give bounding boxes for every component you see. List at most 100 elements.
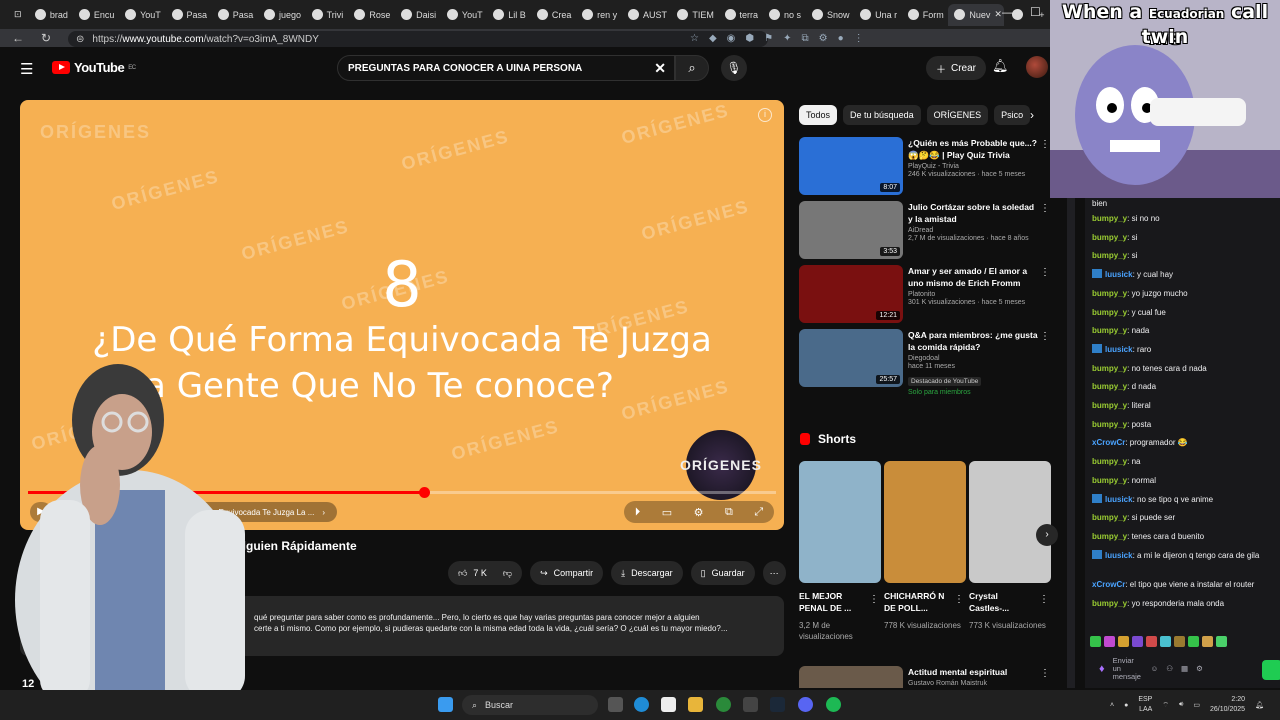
- save-button[interactable]: ▯ Guardar: [690, 561, 755, 585]
- chat-username[interactable]: bumpy_y: [1092, 251, 1127, 260]
- chat-username[interactable]: bumpy_y: [1092, 420, 1127, 429]
- channel-watermark-logo[interactable]: ORÍGENES: [680, 430, 761, 500]
- settings-gear-icon[interactable]: ⚙: [694, 506, 704, 519]
- spotify-icon[interactable]: [826, 697, 841, 712]
- bookmark-star-icon[interactable]: ☆: [690, 33, 699, 44]
- filter-chip[interactable]: Todos: [799, 105, 838, 125]
- kebab-menu-icon[interactable]: ⋮: [1040, 668, 1049, 679]
- browser-tab[interactable]: YouT: [441, 4, 485, 26]
- video-thumbnail[interactable]: 25:57: [799, 329, 903, 387]
- miniplayer-icon[interactable]: ⧉: [725, 506, 733, 519]
- chat-username[interactable]: bumpy_y: [1092, 599, 1127, 608]
- tab-search-icon[interactable]: ⊡: [8, 4, 27, 26]
- recommendation-item[interactable]: 3:53 Julio Cortázar sobre la soledad y la…: [799, 201, 1050, 261]
- file-explorer-icon[interactable]: [688, 697, 703, 712]
- browser-tab[interactable]: Pasa: [212, 4, 256, 26]
- like-button[interactable]: 👍︎ 7 K 👎︎: [448, 561, 523, 585]
- video-thumbnail[interactable]: 3:53: [799, 201, 903, 259]
- browser-tab[interactable]: ren y: [576, 4, 620, 26]
- clear-search-icon[interactable]: ✕: [654, 60, 666, 77]
- short-title[interactable]: CHICHARRÓ N DE POLL...: [884, 590, 952, 614]
- kebab-menu-icon[interactable]: ⋮: [1040, 139, 1050, 150]
- chat-username[interactable]: bumpy_y: [1092, 401, 1127, 410]
- kebab-menu-icon[interactable]: ⋮: [1040, 267, 1050, 278]
- kebab-menu-icon[interactable]: ⋮: [954, 594, 964, 605]
- chat-username[interactable]: bumpy_y: [1092, 532, 1127, 541]
- chat-username[interactable]: bumpy_y: [1092, 289, 1127, 298]
- terminal-icon[interactable]: [743, 697, 758, 712]
- browser-tab[interactable]: YouT: [119, 4, 163, 26]
- clock[interactable]: 2:20 26/10/2025: [1210, 695, 1245, 715]
- recommendation-channel[interactable]: PlayQuiz - Trivia: [908, 163, 1038, 170]
- browser-tab[interactable]: brad: [29, 4, 71, 26]
- thumbs-down-icon[interactable]: 👎︎: [503, 568, 512, 579]
- recommendation-item[interactable]: 12:21 Amar y ser amado / El amor a uno mi…: [799, 265, 1050, 325]
- create-button[interactable]: ＋ Crear: [926, 56, 987, 80]
- search-button[interactable]: ⌕: [675, 55, 709, 81]
- chat-username[interactable]: bumpy_y: [1092, 513, 1127, 522]
- maximize-icon[interactable]: ☐: [1030, 5, 1041, 19]
- kebab-menu-icon[interactable]: ⋮: [1040, 203, 1050, 214]
- recommendation-title[interactable]: Amar y ser amado / El amor a uno mismo d…: [908, 265, 1038, 289]
- youtube-logo[interactable]: YouTube EC: [52, 60, 136, 75]
- chat-username[interactable]: luusick: [1105, 551, 1133, 560]
- emote-icon[interactable]: [1160, 636, 1171, 647]
- recommendation-item[interactable]: 8:07 ¿Quién es más Probable que...? 😱🤔😂 |…: [799, 137, 1050, 197]
- emote-icon[interactable]: [1188, 636, 1199, 647]
- chevron-right-icon[interactable]: ›: [1030, 108, 1034, 122]
- back-icon[interactable]: ←: [8, 31, 28, 45]
- emote-icon[interactable]: [1118, 636, 1129, 647]
- address-bar[interactable]: ⊜ https://www.youtube.com/watch?v=o3imA_…: [68, 31, 768, 47]
- battery-icon[interactable]: ▭: [1193, 701, 1200, 709]
- browser-tab[interactable]: Rose: [348, 4, 393, 26]
- chat-username[interactable]: xCrowCr: [1092, 580, 1125, 589]
- browser-tab[interactable]: Encu: [73, 4, 117, 26]
- extension-icon[interactable]: ⚙: [819, 33, 828, 44]
- reload-icon[interactable]: ↻: [36, 31, 56, 45]
- extension-icon[interactable]: ◆: [709, 33, 717, 44]
- wifi-icon[interactable]: ⌔: [1162, 701, 1169, 710]
- page-scrollbar[interactable]: [1067, 198, 1075, 688]
- emote-icon[interactable]: [1090, 636, 1101, 647]
- video-thumbnail[interactable]: [799, 666, 903, 688]
- short-thumbnail[interactable]: [799, 461, 881, 583]
- discord-icon[interactable]: [798, 697, 813, 712]
- account-avatar[interactable]: [1026, 56, 1048, 78]
- browser-tab[interactable]: Lil B: [487, 4, 529, 26]
- browser-tab[interactable]: terra: [719, 4, 761, 26]
- browser-tab[interactable]: Nuev ✕: [948, 3, 1004, 26]
- recommendation-channel[interactable]: AiDread: [908, 227, 1038, 234]
- tray-app-icon[interactable]: ●: [1124, 702, 1128, 709]
- browser-tab[interactable]: TIEM: [671, 4, 716, 26]
- recommendation-channel[interactable]: Platonito: [908, 291, 1038, 298]
- browser-tab[interactable]: Crea: [531, 4, 574, 26]
- chat-username[interactable]: luusick: [1105, 495, 1133, 504]
- store-icon[interactable]: [661, 697, 676, 712]
- emote-icon[interactable]: [1202, 636, 1213, 647]
- browser-tab[interactable]: Una r: [854, 4, 900, 26]
- more-actions-button[interactable]: ⋯: [762, 561, 786, 585]
- chat-settings-icon[interactable]: ⚙: [1196, 665, 1203, 673]
- notifications-bell-icon[interactable]: 🔔︎: [992, 58, 1009, 74]
- info-icon[interactable]: i: [758, 108, 772, 122]
- task-view-icon[interactable]: [608, 697, 623, 712]
- recommendation-item[interactable]: 25:57 Q&A para miembros: ¿me gusta la com…: [799, 329, 1050, 405]
- short-title[interactable]: Crystal Castles-...: [969, 590, 1037, 614]
- chat-username[interactable]: xCrowCr: [1092, 438, 1125, 447]
- kebab-menu-icon[interactable]: ⋮: [1039, 594, 1049, 605]
- extension-icon[interactable]: ⚑: [764, 33, 773, 44]
- hamburger-menu-icon[interactable]: ☰: [20, 60, 33, 78]
- chat-username[interactable]: bumpy_y: [1092, 457, 1127, 466]
- subtitles-icon[interactable]: ▭: [662, 506, 672, 519]
- bits-icon[interactable]: ♦: [1099, 664, 1105, 675]
- browser-tab[interactable]: Form: [902, 4, 947, 26]
- emote-icon[interactable]: [1132, 636, 1143, 647]
- extension-icon[interactable]: ⬢: [745, 33, 754, 44]
- browser-tab[interactable]: Daisi: [395, 4, 439, 26]
- download-button[interactable]: ⤓ Descargar: [611, 561, 683, 585]
- notifications-icon[interactable]: 🔔︎: [1255, 701, 1264, 709]
- windows-start-icon[interactable]: [438, 697, 453, 712]
- chat-store-icon[interactable]: ▦: [1181, 665, 1188, 673]
- tray-overflow-icon[interactable]: ˄: [1110, 702, 1114, 709]
- progress-scrubber[interactable]: [419, 487, 431, 498]
